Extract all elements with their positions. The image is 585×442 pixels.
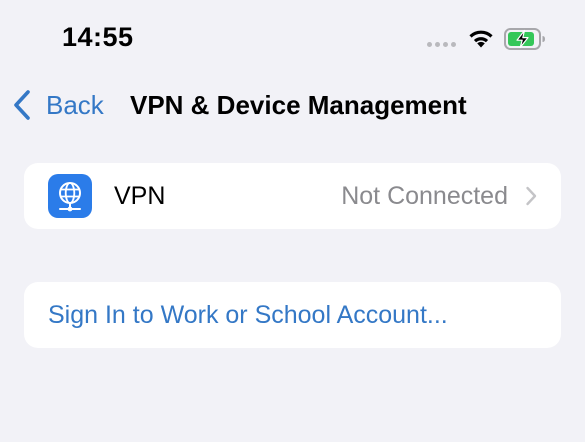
status-time: 14:55 bbox=[62, 22, 134, 52]
chevron-right-icon bbox=[526, 186, 537, 206]
back-label: Back bbox=[46, 89, 104, 120]
chevron-left-icon bbox=[14, 90, 30, 120]
vpn-label: VPN bbox=[114, 182, 166, 210]
sign-in-label: Sign In to Work or School Account... bbox=[48, 301, 448, 329]
battery-charging-icon bbox=[504, 28, 545, 50]
vpn-group: VPN Not Connected bbox=[24, 163, 561, 229]
back-button[interactable]: Back bbox=[12, 88, 104, 122]
sign-in-work-school-button[interactable]: Sign In to Work or School Account... bbox=[24, 282, 561, 348]
globe-network-icon bbox=[48, 174, 92, 218]
wifi-icon bbox=[469, 30, 493, 48]
navigation-bar: Back VPN & Device Management bbox=[0, 78, 585, 130]
cellular-signal-icon bbox=[427, 42, 456, 47]
page-title: VPN & Device Management bbox=[130, 90, 467, 120]
vpn-row[interactable]: VPN Not Connected bbox=[24, 163, 561, 229]
account-group: Sign In to Work or School Account... bbox=[24, 282, 561, 348]
status-bar: 14:55 bbox=[0, 0, 585, 72]
vpn-status-value: Not Connected bbox=[341, 182, 508, 210]
